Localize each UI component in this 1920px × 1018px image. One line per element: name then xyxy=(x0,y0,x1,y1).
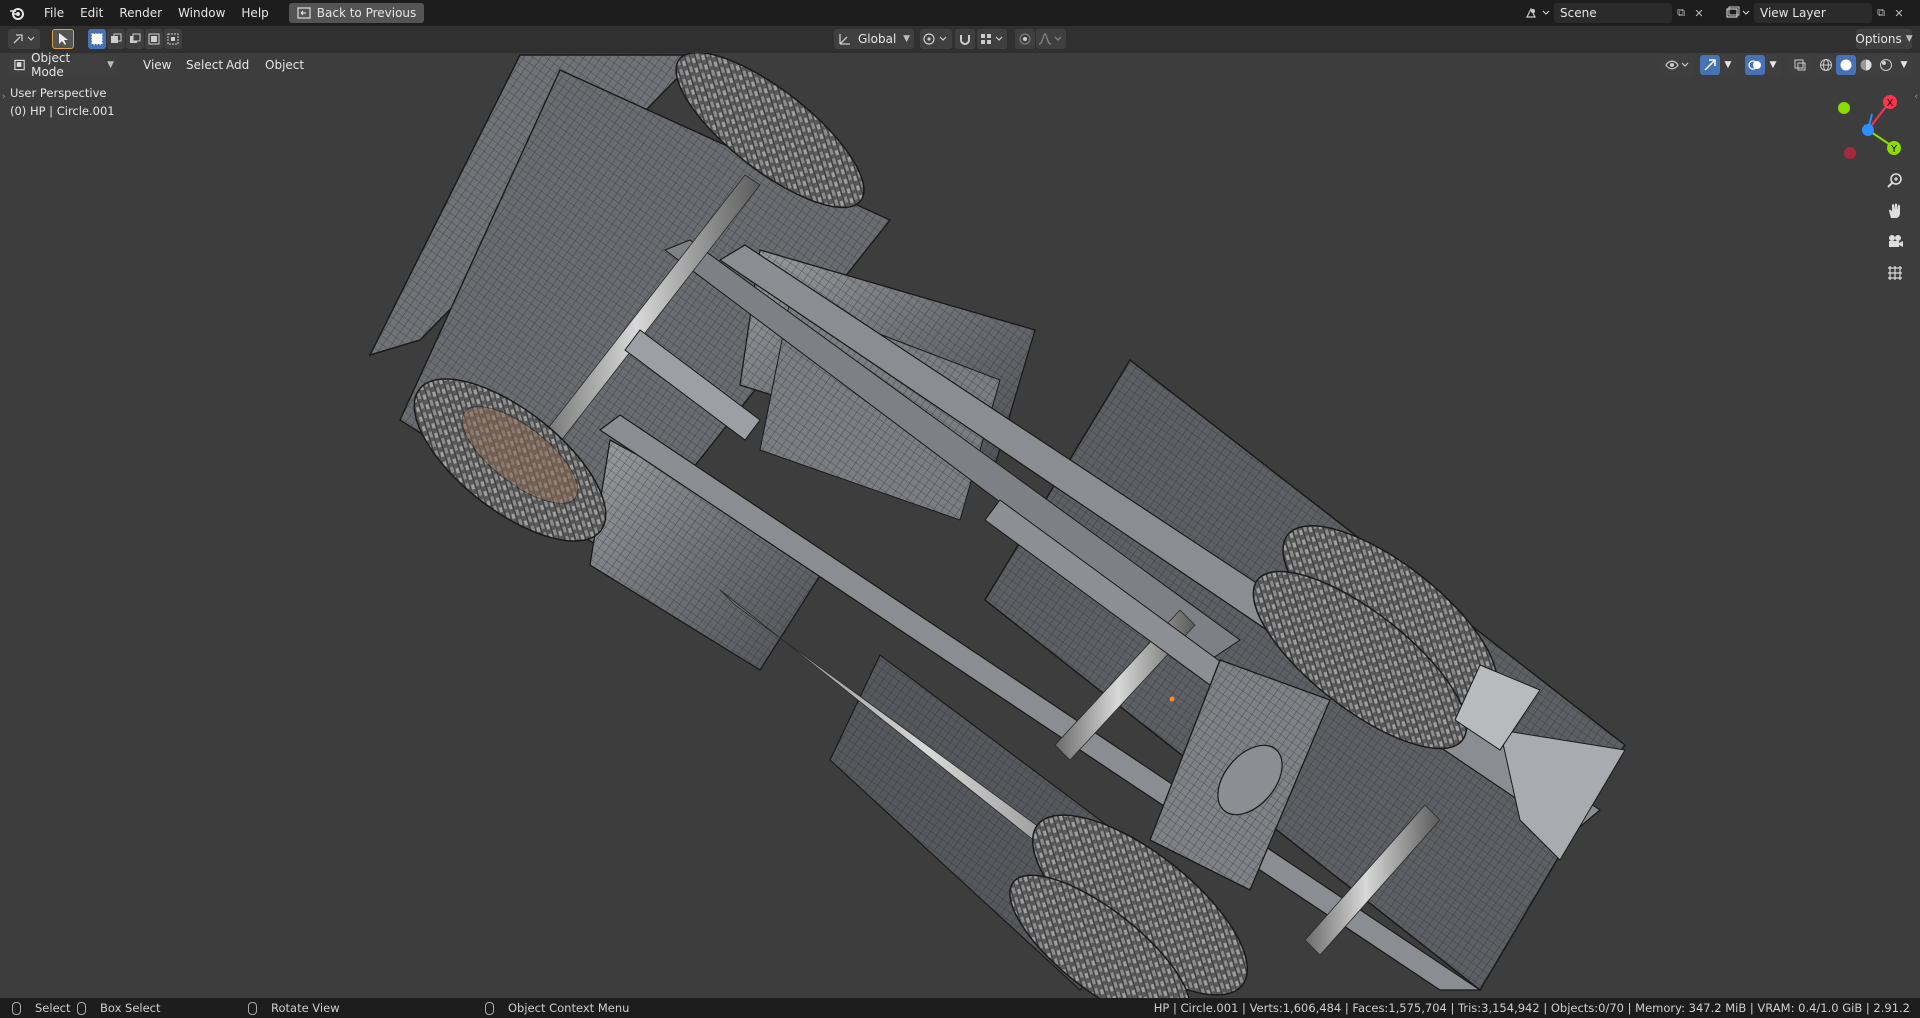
transform-orientation-label: Global xyxy=(858,32,897,46)
menu-file[interactable]: File xyxy=(36,2,72,24)
header-menu-object[interactable]: Object xyxy=(259,55,310,75)
mouse-drag-icon xyxy=(77,1001,86,1015)
gizmo-neg-x-icon[interactable] xyxy=(1844,147,1856,159)
header-menu-add[interactable]: Add xyxy=(220,55,255,75)
wireframe-shading-icon[interactable] xyxy=(1816,55,1836,75)
object-info-label: (0) HP | Circle.001 xyxy=(10,104,115,118)
mouse-left-icon xyxy=(12,1001,21,1015)
status-context-menu: Object Context Menu xyxy=(485,1001,629,1015)
mouse-right-icon xyxy=(485,1001,494,1015)
truck-model[interactable] xyxy=(368,53,1626,998)
view-layer-selector: View Layer ⧉ ✕ xyxy=(1722,3,1908,23)
status-select: Select xyxy=(12,1001,70,1015)
solid-shading-icon[interactable] xyxy=(1836,55,1856,75)
close-scene-icon[interactable]: ✕ xyxy=(1690,3,1708,23)
viewport-3d[interactable] xyxy=(0,53,1920,998)
select-mode-intersect-icon[interactable] xyxy=(164,29,182,49)
chevron-down-icon: ▼ xyxy=(1905,34,1913,44)
top-menu-bar: File Edit Render Window Help Back to Pre… xyxy=(0,0,1920,26)
chevron-down-icon: ▼ xyxy=(107,60,114,70)
snap-target-icon[interactable] xyxy=(977,29,1007,49)
new-scene-icon[interactable]: ⧉ xyxy=(1672,3,1690,23)
status-box-select-label: Box Select xyxy=(100,1001,161,1015)
object-mode-icon xyxy=(14,59,25,71)
select-mode-invert-icon[interactable] xyxy=(145,29,163,49)
pivot-icon[interactable] xyxy=(920,29,952,49)
back-icon xyxy=(297,7,311,19)
view-layer-icon[interactable] xyxy=(1722,3,1754,23)
proportional-icon[interactable] xyxy=(1015,29,1035,49)
new-view-layer-icon[interactable]: ⧉ xyxy=(1872,3,1890,23)
zoom-icon[interactable] xyxy=(1882,168,1908,194)
menu-help[interactable]: Help xyxy=(233,2,276,24)
select-mode-new-icon[interactable] xyxy=(88,29,106,49)
gizmo-x-label: X xyxy=(1887,98,1894,109)
gizmo-icon[interactable] xyxy=(1700,55,1720,75)
select-tool-icon[interactable] xyxy=(52,29,74,49)
material-shading-icon[interactable] xyxy=(1856,55,1876,75)
scene-name-field[interactable]: Scene xyxy=(1554,3,1672,23)
menu-edit[interactable]: Edit xyxy=(72,2,111,24)
transform-orientation-dropdown[interactable]: Global ▼ xyxy=(834,29,914,49)
toolbar-expand-icon[interactable]: › xyxy=(2,92,6,102)
back-to-previous-label: Back to Previous xyxy=(316,6,417,20)
editor-type-selector[interactable] xyxy=(8,29,40,49)
close-view-layer-icon[interactable]: ✕ xyxy=(1890,3,1908,23)
scene-selector: Scene ⧉ ✕ xyxy=(1522,3,1708,23)
options-dropdown[interactable]: Options ▼ xyxy=(1855,29,1913,49)
blender-logo-icon[interactable] xyxy=(8,4,26,22)
header-menu-view[interactable]: View xyxy=(137,55,177,75)
view-name-label: User Perspective xyxy=(10,86,107,100)
object-mode-dropdown[interactable]: Object Mode ▼ xyxy=(10,51,118,79)
status-context-menu-label: Object Context Menu xyxy=(508,1001,630,1015)
status-bar: Select Box Select Rotate View Object Con… xyxy=(0,998,1920,1018)
view-layer-name-field[interactable]: View Layer xyxy=(1754,3,1872,23)
grid-icon[interactable] xyxy=(1882,260,1908,286)
object-mode-label: Object Mode xyxy=(31,51,71,79)
transform-icon xyxy=(839,34,850,45)
mouse-middle-icon xyxy=(248,1001,257,1015)
tool-settings-bar: Global ▼ Options ▼ xyxy=(0,26,1920,53)
gizmo-z-icon[interactable] xyxy=(1862,124,1874,136)
overlay-dropdown-icon[interactable]: ▼ xyxy=(1765,55,1781,75)
overlay-icon[interactable] xyxy=(1745,55,1765,75)
rendered-shading-icon[interactable] xyxy=(1876,55,1896,75)
sidebar-expand-icon[interactable]: ‹ xyxy=(1914,92,1918,102)
scene-statistics: HP | Circle.001 | Verts:1,606,484 | Face… xyxy=(1153,1001,1910,1015)
status-rotate-view-label: Rotate View xyxy=(271,1001,340,1015)
select-mode-subtract-icon[interactable] xyxy=(126,29,144,49)
hand-icon[interactable] xyxy=(1882,198,1908,224)
shading-dropdown-icon[interactable]: ▼ xyxy=(1896,55,1912,75)
scene-icon[interactable] xyxy=(1522,3,1554,23)
select-mode-extend-icon[interactable] xyxy=(107,29,125,49)
snap-icon[interactable] xyxy=(955,29,975,49)
options-label: Options xyxy=(1855,32,1902,46)
proportional-falloff-icon[interactable] xyxy=(1036,29,1066,49)
menu-render[interactable]: Render xyxy=(111,2,170,24)
menu-window[interactable]: Window xyxy=(170,2,233,24)
gizmo-y-label: Y xyxy=(1890,144,1898,155)
status-rotate-view: Rotate View xyxy=(248,1001,340,1015)
navigation-gizmo[interactable]: X Y xyxy=(1830,88,1910,168)
status-select-label: Select xyxy=(35,1001,71,1015)
camera-icon[interactable] xyxy=(1882,229,1908,255)
gizmo-neg-y-icon[interactable] xyxy=(1838,102,1850,114)
chevron-down-icon: ▼ xyxy=(903,34,910,44)
visibility-icon[interactable] xyxy=(1663,55,1693,75)
xray-icon[interactable] xyxy=(1790,55,1810,75)
gizmo-dropdown-icon[interactable]: ▼ xyxy=(1720,55,1736,75)
object-origin xyxy=(1169,696,1175,702)
status-box-select: Box Select xyxy=(77,1001,161,1015)
back-to-previous-button[interactable]: Back to Previous xyxy=(288,3,425,23)
